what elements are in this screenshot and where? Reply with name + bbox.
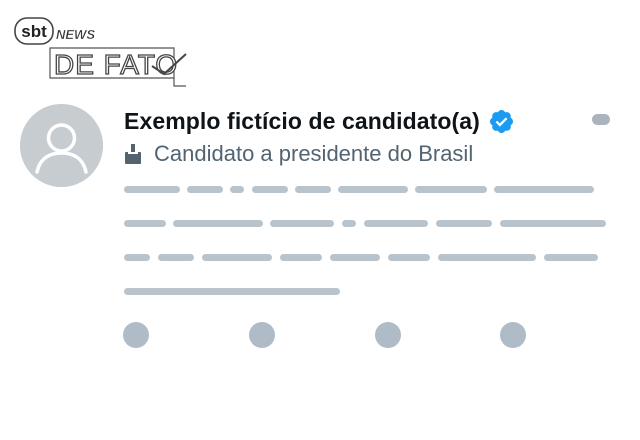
post-header: Exemplo fictício de candidato(a) bbox=[124, 105, 515, 137]
placeholder-line bbox=[330, 254, 380, 261]
placeholder-line bbox=[124, 220, 166, 227]
svg-text:sbt: sbt bbox=[21, 22, 47, 41]
placeholder-line bbox=[438, 254, 536, 261]
share-icon[interactable] bbox=[500, 322, 526, 348]
placeholder-line bbox=[280, 254, 322, 261]
placeholder-line bbox=[494, 186, 594, 193]
reply-icon[interactable] bbox=[123, 322, 149, 348]
placeholder-line bbox=[124, 254, 150, 261]
placeholder-line bbox=[252, 186, 288, 193]
ballot-box-icon bbox=[124, 143, 142, 165]
account-label: Candidato a presidente do Brasil bbox=[124, 139, 473, 169]
placeholder-line bbox=[158, 254, 194, 261]
svg-text:NEWS: NEWS bbox=[56, 27, 95, 42]
placeholder-line bbox=[124, 186, 180, 193]
placeholder-line bbox=[270, 220, 334, 227]
svg-text:DE FATO: DE FATO bbox=[54, 49, 178, 80]
sbt-news-de-fato-logo: sbt NEWS DE FATO bbox=[14, 16, 194, 92]
placeholder-line bbox=[124, 288, 340, 295]
like-icon[interactable] bbox=[375, 322, 401, 348]
repost-icon[interactable] bbox=[249, 322, 275, 348]
label-text: Candidato a presidente do Brasil bbox=[154, 141, 474, 166]
default-user-icon bbox=[20, 104, 103, 187]
more-options-icon[interactable] bbox=[592, 114, 610, 125]
placeholder-line bbox=[500, 220, 606, 227]
placeholder-line bbox=[436, 220, 492, 227]
placeholder-line bbox=[173, 220, 263, 227]
verified-badge-icon bbox=[488, 108, 515, 135]
placeholder-line bbox=[342, 220, 356, 227]
placeholder-line bbox=[388, 254, 430, 261]
placeholder-line bbox=[544, 254, 598, 261]
avatar[interactable] bbox=[20, 104, 103, 187]
placeholder-line bbox=[230, 186, 244, 193]
placeholder-line bbox=[415, 186, 487, 193]
display-name[interactable]: Exemplo fictício de candidato(a) bbox=[124, 108, 480, 135]
placeholder-line bbox=[202, 254, 272, 261]
placeholder-line bbox=[364, 220, 428, 227]
placeholder-line bbox=[295, 186, 331, 193]
placeholder-line bbox=[187, 186, 223, 193]
placeholder-line bbox=[338, 186, 408, 193]
